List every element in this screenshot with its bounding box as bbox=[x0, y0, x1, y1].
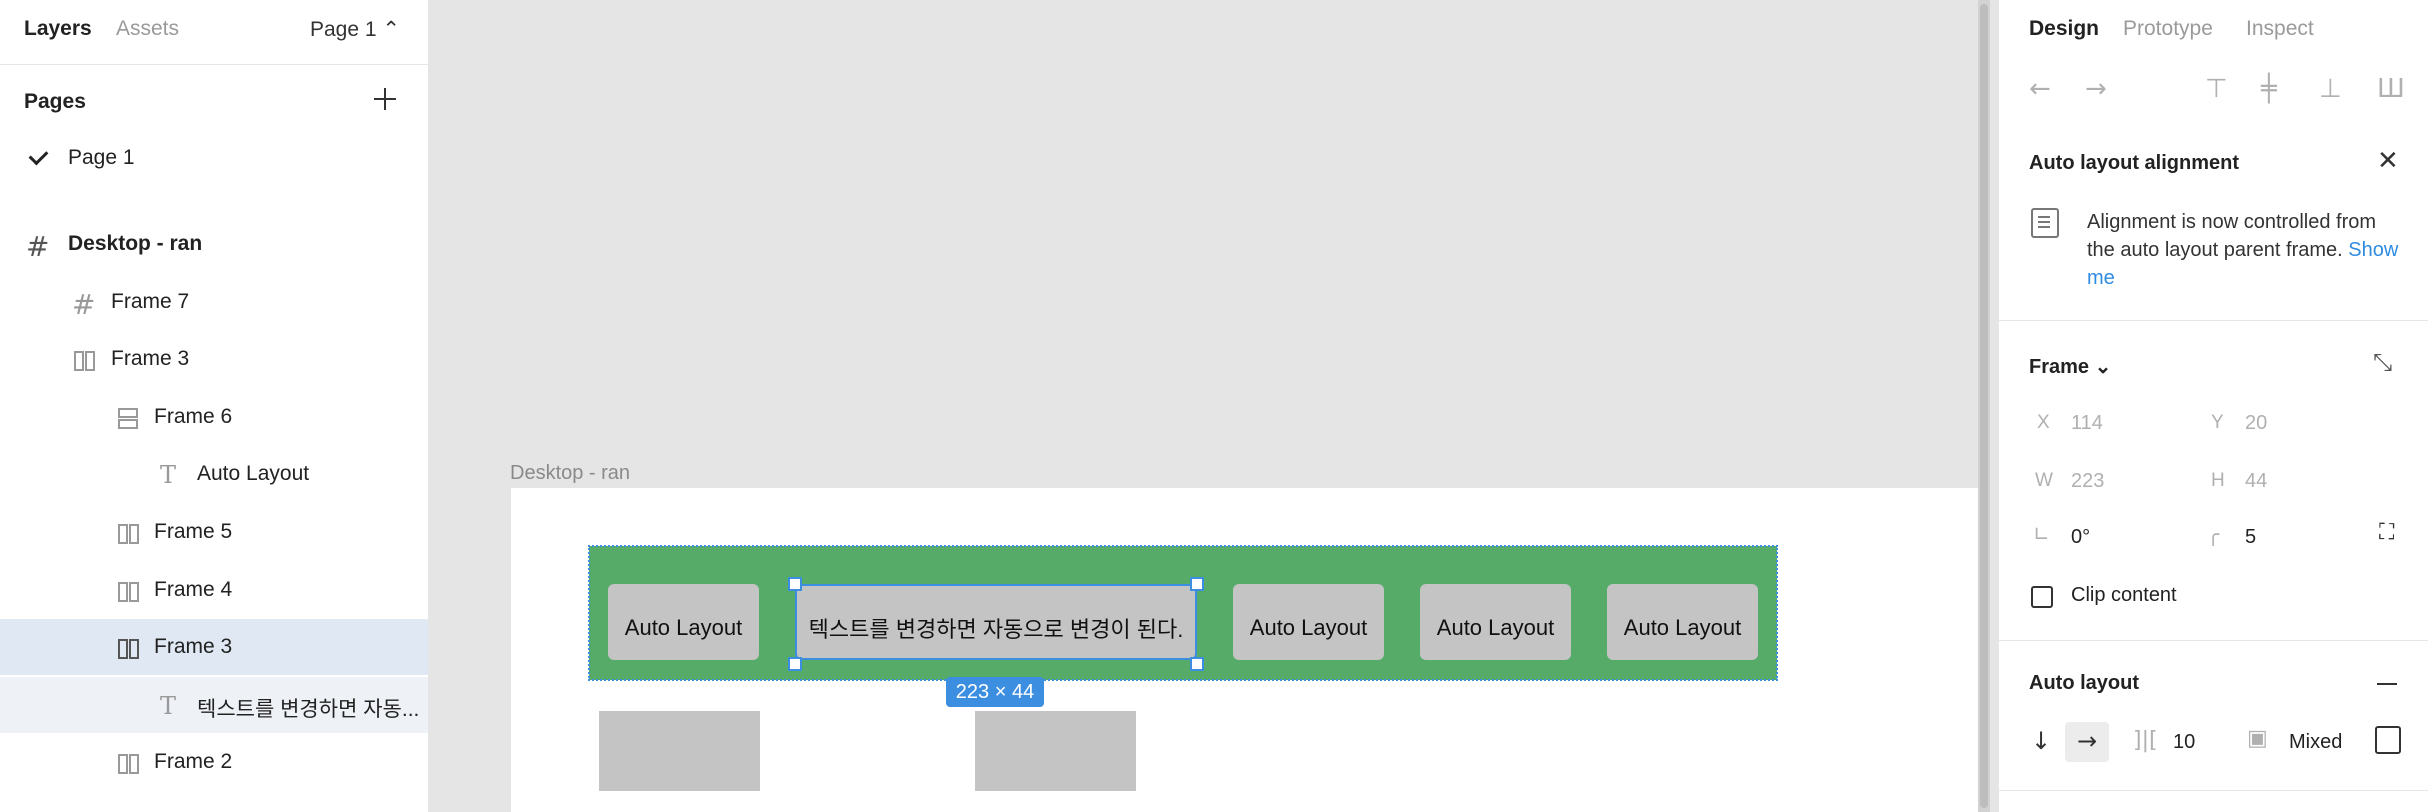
clip-content-label: Clip content bbox=[2071, 584, 2177, 606]
y-field[interactable]: 20 bbox=[2245, 412, 2267, 435]
checkmark-icon bbox=[28, 145, 49, 166]
independent-corners-icon[interactable]: ⛶ bbox=[2379, 520, 2394, 545]
grey-rectangle[interactable] bbox=[599, 711, 760, 791]
layer-label: Frame 3 bbox=[111, 347, 190, 370]
collapse-icon[interactable]: ⤡ bbox=[2373, 348, 2392, 376]
left-panel-tabs: Layers Assets Page 1 ⌃ bbox=[0, 0, 428, 65]
alignment-message: Alignment is now controlled from the aut… bbox=[2087, 208, 2407, 292]
text-layer-icon bbox=[158, 461, 180, 489]
canvas-scroll-thumb[interactable] bbox=[1980, 4, 1988, 808]
align-middle-icon[interactable]: ╪ bbox=[2261, 74, 2277, 104]
tab-assets[interactable]: Assets bbox=[116, 17, 179, 41]
rotation-icon: ∟ bbox=[2033, 522, 2050, 546]
divider bbox=[1999, 320, 2428, 321]
layer-label: Desktop - ran bbox=[68, 232, 203, 255]
grey-rectangle[interactable] bbox=[975, 711, 1136, 791]
document-icon bbox=[2031, 208, 2059, 238]
tab-prototype[interactable]: Prototype bbox=[2123, 17, 2213, 41]
layer-label: Frame 7 bbox=[111, 290, 190, 313]
arrow-left-icon[interactable]: ← bbox=[2029, 74, 2051, 104]
corner-radius-icon: ╭ bbox=[2207, 522, 2220, 546]
arrow-right-icon[interactable]: → bbox=[2085, 74, 2107, 104]
padding-icon: ▣ bbox=[2247, 726, 2268, 751]
tab-design[interactable]: Design bbox=[2029, 17, 2099, 41]
tab-layers[interactable]: Layers bbox=[24, 17, 92, 41]
layer-label: Auto Layout bbox=[197, 462, 310, 485]
divider bbox=[1999, 640, 2428, 641]
horizontal-direction-icon[interactable]: → bbox=[2065, 722, 2109, 762]
frame-hash-icon bbox=[72, 288, 95, 321]
spacing-field[interactable]: 10 bbox=[2173, 731, 2195, 754]
resize-handle-br[interactable] bbox=[1190, 657, 1204, 671]
auto-layout-title: Auto layout bbox=[2029, 672, 2139, 694]
canvas-button-5[interactable]: Auto Layout bbox=[1607, 584, 1758, 660]
vertical-direction-icon[interactable]: ↓ bbox=[2019, 722, 2063, 762]
layer-korean-text[interactable]: 텍스트를 변경하면 자동... bbox=[0, 677, 428, 733]
layer-frame-2[interactable]: Frame 2 bbox=[0, 734, 428, 790]
y-label: Y bbox=[2211, 412, 2224, 433]
horizontal-auto-layout-icon bbox=[116, 522, 139, 544]
width-field[interactable]: 223 bbox=[2071, 470, 2104, 493]
rotation-field[interactable]: 0° bbox=[2071, 526, 2090, 549]
add-page-icon[interactable] bbox=[372, 86, 398, 112]
layer-label: Frame 6 bbox=[154, 405, 233, 428]
horizontal-auto-layout-icon bbox=[116, 637, 139, 659]
canvas-button-selected[interactable]: 텍스트를 변경하면 자동으로 변경이 된다. bbox=[795, 584, 1197, 660]
x-label: X bbox=[2037, 412, 2050, 433]
close-icon[interactable]: ✕ bbox=[2377, 146, 2399, 176]
page-item-label: Page 1 bbox=[68, 146, 135, 169]
x-field[interactable]: 114 bbox=[2071, 412, 2103, 435]
h-label: H bbox=[2211, 470, 2225, 491]
horizontal-auto-layout-icon bbox=[116, 580, 139, 602]
clip-content-checkbox[interactable] bbox=[2031, 586, 2053, 608]
alignment-title: Auto layout alignment bbox=[2029, 152, 2239, 174]
canvas-button-4[interactable]: Auto Layout bbox=[1420, 584, 1571, 660]
layer-label: Frame 5 bbox=[154, 520, 233, 543]
layer-auto-layout-text[interactable]: Auto Layout bbox=[0, 446, 428, 502]
divider bbox=[1999, 790, 2428, 791]
layer-frame-5[interactable]: Frame 5 bbox=[0, 504, 428, 560]
resize-handle-tr[interactable] bbox=[1190, 577, 1204, 591]
layer-frame-7[interactable]: Frame 7 bbox=[0, 274, 428, 330]
layers-panel: Layers Assets Page 1 ⌃ Pages Page 1 Desk… bbox=[0, 0, 429, 812]
layer-label: Frame 4 bbox=[154, 578, 233, 601]
padding-field[interactable]: Mixed bbox=[2289, 731, 2342, 754]
layer-frame-3-selected[interactable]: Frame 3 bbox=[0, 619, 428, 675]
canvas-button-1[interactable]: Auto Layout bbox=[608, 584, 759, 660]
frame-section-title[interactable]: Frame ⌄ bbox=[2029, 354, 2111, 379]
layer-desktop-ran[interactable]: Desktop - ran bbox=[0, 216, 428, 272]
resize-handle-bl[interactable] bbox=[788, 657, 802, 671]
remove-auto-layout-icon[interactable] bbox=[2377, 683, 2397, 685]
canvas-button-3[interactable]: Auto Layout bbox=[1233, 584, 1384, 660]
layer-label: Frame 3 bbox=[154, 635, 233, 658]
frame-label[interactable]: Desktop - ran bbox=[510, 462, 630, 485]
alignment-grid-icon[interactable] bbox=[2375, 726, 2401, 754]
pages-header: Pages bbox=[24, 90, 86, 113]
corner-radius-field[interactable]: 5 bbox=[2245, 526, 2256, 549]
page-selector[interactable]: Page 1 ⌃ bbox=[310, 17, 400, 42]
vertical-auto-layout-icon bbox=[116, 407, 138, 429]
align-bottom-icon[interactable]: ⊥ bbox=[2319, 74, 2342, 104]
tab-inspect[interactable]: Inspect bbox=[2246, 17, 2314, 41]
height-field[interactable]: 44 bbox=[2245, 470, 2267, 493]
w-label: W bbox=[2035, 470, 2053, 491]
align-top-icon[interactable]: ⊤ bbox=[2205, 74, 2228, 104]
text-layer-icon bbox=[158, 692, 180, 720]
frame-hash-icon bbox=[26, 230, 49, 263]
horizontal-auto-layout-icon bbox=[116, 752, 139, 774]
page-item[interactable]: Page 1 bbox=[0, 138, 428, 178]
layer-frame-4[interactable]: Frame 4 bbox=[0, 562, 428, 618]
alignment-message-text: Alignment is now controlled from the aut… bbox=[2087, 211, 2377, 261]
horizontal-auto-layout-icon bbox=[72, 349, 95, 371]
layer-label: 텍스트를 변경하면 자동... bbox=[197, 698, 420, 721]
layer-frame-3[interactable]: Frame 3 bbox=[0, 331, 428, 387]
design-panel: Design Prototype Inspect ← → ⊤ ╪ ⊥ Ш Aut… bbox=[1998, 0, 2428, 812]
resize-handle-tl[interactable] bbox=[788, 577, 802, 591]
layer-label: Frame 2 bbox=[154, 750, 233, 773]
layer-frame-6[interactable]: Frame 6 bbox=[0, 389, 428, 445]
spacing-icon: ]|[ bbox=[2133, 728, 2158, 753]
distribute-icon[interactable]: Ш bbox=[2377, 74, 2405, 104]
dimensions-badge: 223 × 44 bbox=[946, 677, 1044, 707]
